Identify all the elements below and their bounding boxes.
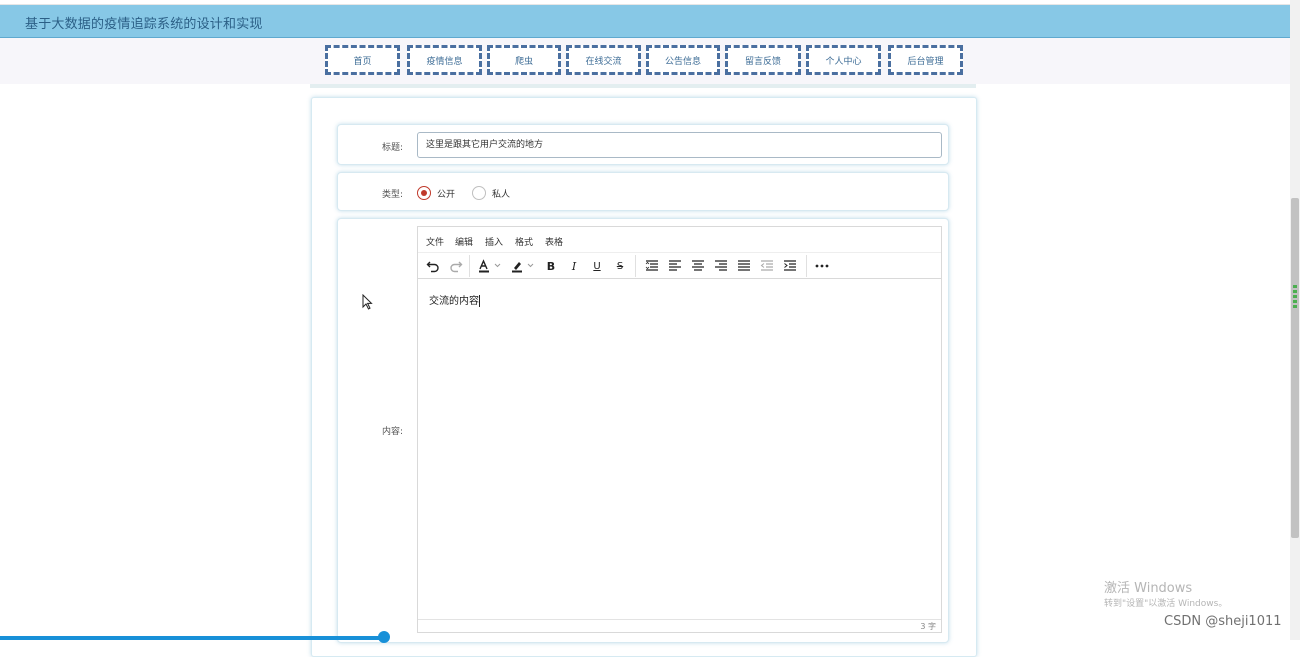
scrollbar-grip-icon [1293,285,1297,311]
menu-file[interactable]: 文件 [426,235,444,248]
nav-personal-center[interactable]: 个人中心 [806,45,881,75]
nav-crawler[interactable]: 爬虫 [487,45,561,75]
scrollbar-thumb[interactable] [1291,198,1299,538]
radio-public[interactable] [417,186,431,200]
nav-feedback[interactable]: 留言反馈 [725,45,801,75]
font-color-icon[interactable] [476,257,506,275]
outdent-icon[interactable] [759,257,775,275]
nav-online-chat[interactable]: 在线交流 [566,45,641,75]
nav-epidemic-info[interactable]: 疫情信息 [407,45,482,75]
menu-format[interactable]: 格式 [515,235,533,248]
indent-icon[interactable] [782,257,798,275]
nav-admin[interactable]: 后台管理 [888,45,963,75]
align-left-icon[interactable] [667,257,683,275]
rich-text-editor: 文件 编辑 插入 格式 表格 B I U S 交流的内容 3 字 [417,226,942,633]
editor-statusbar: 3 字 [418,619,941,632]
highlight-color-icon[interactable] [509,257,539,275]
nav-home[interactable]: 首页 [325,45,400,75]
title-label: 标题: [381,143,403,153]
radio-private[interactable] [472,186,486,200]
underline-icon[interactable]: U [589,257,605,275]
toolbar-separator [635,255,636,277]
radio-public-label[interactable]: 公开 [437,187,455,200]
content-label: 内容: [381,427,403,437]
radio-private-label[interactable]: 私人 [492,187,510,200]
align-center-icon[interactable] [690,257,706,275]
bold-icon[interactable]: B [543,257,559,275]
menu-edit[interactable]: 编辑 [455,235,473,248]
editor-toolbar: B I U S [418,253,941,279]
editor-menubar: 文件 编辑 插入 格式 表格 [418,227,941,253]
menu-insert[interactable]: 插入 [485,235,503,248]
toolbar-separator [469,255,470,277]
type-label: 类型: [381,190,403,200]
main-navbar: 首页 疫情信息 爬虫 在线交流 公告信息 留言反馈 个人中心 后台管理 [0,38,1290,84]
redo-icon[interactable] [447,257,465,275]
site-title: 基于大数据的疫情追踪系统的设计和实现 [25,17,263,32]
menu-table[interactable]: 表格 [545,235,563,248]
windows-activation-title: 激活 Windows [1104,581,1193,596]
progress-knob[interactable] [378,631,390,643]
word-count: 3 字 [920,622,936,631]
nav-announcements[interactable]: 公告信息 [646,45,720,75]
italic-icon[interactable]: I [566,257,582,275]
text-caret [479,295,480,307]
windows-activation-hint: 转到"设置"以激活 Windows。 [1104,599,1228,609]
csdn-watermark: CSDN @sheji1011 [1164,614,1282,629]
strikethrough-icon[interactable]: S [612,257,628,275]
editor-content-area[interactable]: 交流的内容 [418,280,941,618]
site-header: 基于大数据的疫情追踪系统的设计和实现 [0,5,1290,38]
toolbar-separator [806,255,807,277]
undo-icon[interactable] [424,257,442,275]
loading-progress-bar [0,636,384,640]
line-height-icon[interactable] [644,257,660,275]
editor-content-text: 交流的内容 [429,296,479,307]
align-justify-icon[interactable] [736,257,752,275]
mouse-cursor-icon [362,293,373,314]
more-icon[interactable] [813,257,831,275]
align-right-icon[interactable] [713,257,729,275]
title-input[interactable]: 这里是跟其它用户交流的地方 [417,132,942,158]
navbar-divider [310,84,976,88]
